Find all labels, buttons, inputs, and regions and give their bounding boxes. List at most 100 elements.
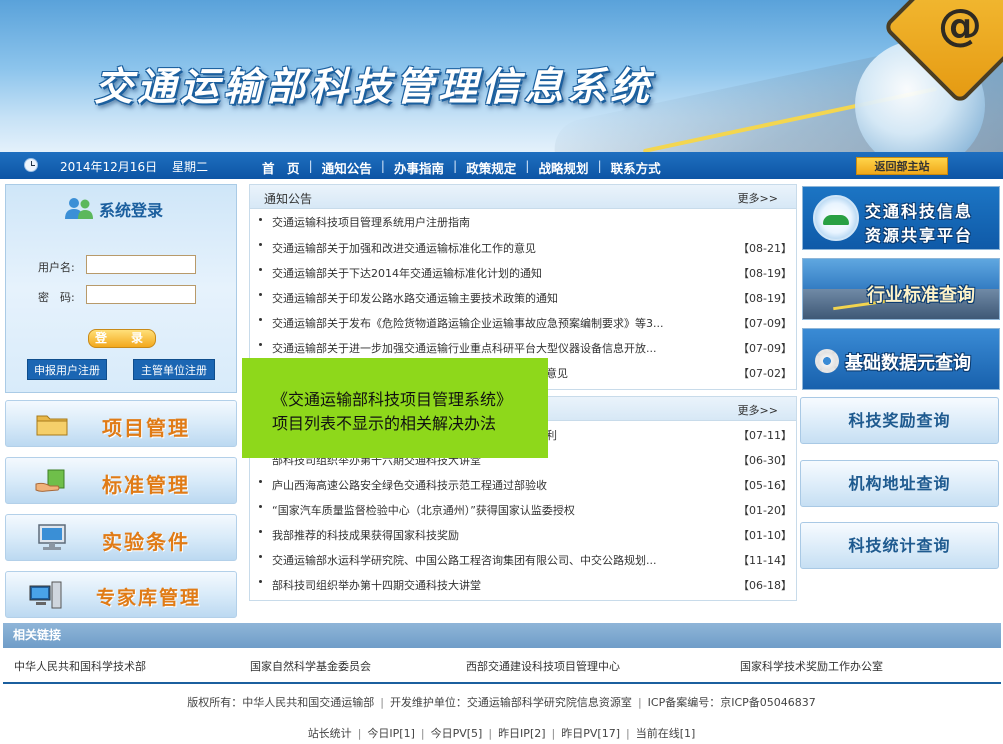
list-item-date: 【08-21】	[738, 242, 792, 255]
hand-document-icon	[35, 469, 65, 492]
link-nsfc[interactable]: 国家自然科学基金委员会	[250, 658, 371, 674]
gear-icon	[815, 349, 839, 373]
list-item[interactable]: 庐山西海高速公路安全绿色交通科技示范工程通过部验收 【05-16】	[250, 471, 796, 496]
bullet-icon	[259, 218, 262, 221]
nav-policy[interactable]: 政策规定	[466, 158, 516, 177]
username-label: 用户名:	[38, 261, 75, 274]
current-weekday: 星期二	[172, 160, 209, 174]
nav-home[interactable]: 首 页	[262, 158, 300, 177]
maintainer-text: 开发维护单位：交通运输部科学研究院信息资源室	[389, 696, 632, 709]
popup-line-2: 项目列表不显示的相关解决办法	[272, 414, 497, 433]
nav-strategy[interactable]: 战略规划	[538, 158, 588, 177]
bullet-icon	[259, 580, 262, 583]
icp-text: ICP备案编号：京ICP备05046837	[647, 696, 816, 709]
list-item-title[interactable]: “国家汽车质量监督检验中心（北京通州）”获得国家认监委授权	[272, 502, 575, 518]
list-item-date: 【01-20】	[738, 504, 792, 517]
bullet-icon	[259, 293, 262, 296]
top-nav-bar: 2014年12月16日 星期二 首 页 | 通知公告 | 办事指南 | 政策规定…	[0, 152, 1003, 179]
list-item-title[interactable]: 交通运输部关于下达2014年交通运输标准化计划的通知	[272, 265, 542, 281]
expert-database-button[interactable]: 专家库管理	[5, 571, 237, 618]
list-item-title[interactable]: 我部推荐的科技成果获得国家科技奖励	[272, 527, 459, 543]
register-user-button[interactable]: 申报用户注册	[27, 359, 107, 380]
list-item[interactable]: 交通运输部关于进一步加强交通运输行业重点科研平台大型仪器设备信息开放... 【0…	[250, 334, 796, 359]
popup-line-1: 《交通运输部科技项目管理系统》	[272, 390, 513, 409]
info-sharing-platform-banner[interactable]: 交通科技信息 资源共享平台	[802, 186, 1000, 250]
current-date: 2014年12月16日	[60, 160, 158, 174]
news-more-link[interactable]: 更多>>	[738, 402, 778, 418]
list-item-title[interactable]: 部科技司组织举办第十四期交通科技大讲堂	[272, 577, 481, 593]
username-input[interactable]	[86, 255, 196, 274]
platform-logo-icon	[813, 195, 859, 241]
login-title: 系统登录	[99, 201, 164, 220]
nav-contact[interactable]: 联系方式	[611, 158, 661, 177]
list-item[interactable]: 交通运输部水运科学研究院、中国公路工程咨询集团有限公司、中交公路规划... 【1…	[250, 546, 796, 571]
site-title: 交通运输部科技管理信息系统	[94, 65, 654, 110]
related-links-header: 相关链接	[3, 623, 1001, 648]
login-panel: 系统登录 用户名: 密 码: 登 录 申报用户注册 主管单位注册	[5, 184, 237, 393]
list-item-date: 【07-11】	[738, 429, 792, 442]
tech-statistics-query-button[interactable]: 科技统计查询	[800, 522, 999, 569]
footer-copyright: 版权所有：中华人民共和国交通运输部 | 开发维护单位：交通运输部科学研究院信息资源室…	[187, 696, 816, 709]
list-item-title[interactable]: 庐山西海高速公路安全绿色交通科技示范工程通过部验收	[272, 477, 547, 493]
nav-separator: |	[597, 158, 602, 173]
list-item[interactable]: “国家汽车质量监督检验中心（北京通州）”获得国家认监委授权 【01-20】	[250, 496, 796, 521]
today-pv: 今日PV[5]	[430, 727, 483, 740]
industry-standard-query-banner[interactable]: 行业标准查询	[802, 258, 1000, 320]
list-item[interactable]: 交通运输部关于发布《危险货物道路运输企业运输事故应急预案编制要求》等3... 【…	[250, 309, 796, 334]
list-item[interactable]: 交通运输部关于下达2014年交通运输标准化计划的通知 【08-19】	[250, 259, 796, 284]
standard-query-label: 行业标准查询	[867, 285, 975, 306]
list-item-date: 【05-16】	[738, 479, 792, 492]
list-item[interactable]: 交通运输科技项目管理系统用户注册指南	[250, 209, 796, 234]
list-item-title[interactable]: 交通运输部关于加强和改进交通运输标准化工作的意见	[272, 240, 536, 256]
return-main-site-button[interactable]: 返回部主站	[856, 157, 948, 175]
bullet-icon	[259, 530, 262, 533]
list-item-title[interactable]: 交通运输科技项目管理系统用户注册指南	[272, 214, 470, 230]
notices-header: 通知公告 更多>>	[250, 185, 796, 209]
basic-data-query-banner[interactable]: 基础数据元查询	[802, 328, 1000, 390]
list-item[interactable]: 我部推荐的科技成果获得国家科技奖励 【01-10】	[250, 521, 796, 546]
related-links-row: 中华人民共和国科学技术部 国家自然科学基金委员会 西部交通建设科技项目管理中心 …	[3, 648, 1001, 684]
project-management-button[interactable]: 项目管理	[5, 400, 237, 447]
login-button[interactable]: 登 录	[88, 329, 156, 348]
workstation-icon	[29, 581, 62, 609]
list-item-title[interactable]: 交通运输部关于进一步加强交通运输行业重点科研平台大型仪器设备信息开放...	[272, 340, 657, 356]
today-ip: 今日IP[1]	[367, 727, 415, 740]
yesterday-ip: 昨日IP[2]	[498, 727, 546, 740]
tech-award-query-button[interactable]: 科技奖励查询	[800, 397, 999, 444]
list-item[interactable]: 交通运输部关于印发公路水路交通运输主要技术政策的通知 【08-19】	[250, 284, 796, 309]
list-item-title[interactable]: 交通运输部关于印发公路水路交通运输主要技术政策的通知	[272, 290, 558, 306]
list-item-date: 【01-10】	[738, 529, 792, 542]
link-most[interactable]: 中华人民共和国科学技术部	[14, 658, 146, 674]
link-award-office[interactable]: 国家科学技术奖励工作办公室	[740, 658, 883, 674]
list-item-date: 【07-09】	[738, 317, 792, 330]
password-input[interactable]	[86, 285, 196, 304]
copyright-text: 版权所有：中华人民共和国交通运输部	[187, 696, 375, 709]
standard-management-button[interactable]: 标准管理	[5, 457, 237, 504]
link-west-transport[interactable]: 西部交通建设科技项目管理中心	[466, 658, 620, 674]
list-item[interactable]: 交通运输部关于加强和改进交通运输标准化工作的意见 【08-21】	[250, 234, 796, 259]
bullet-icon	[259, 555, 262, 558]
lab-conditions-button[interactable]: 实验条件	[5, 514, 237, 561]
list-item[interactable]: 部科技司组织举办第十四期交通科技大讲堂 【06-18】	[250, 571, 796, 596]
list-item-date: 【06-30】	[738, 454, 792, 467]
standard-management-label: 标准管理	[102, 473, 190, 497]
password-label: 密 码:	[38, 291, 75, 304]
list-item-date: 【06-18】	[738, 579, 792, 592]
list-item-title[interactable]: 交通运输部水运科学研究院、中国公路工程咨询集团有限公司、中交公路规划...	[272, 552, 657, 568]
computer-icon	[38, 524, 66, 550]
nav-guide[interactable]: 办事指南	[394, 158, 444, 177]
nav-notices[interactable]: 通知公告	[322, 158, 372, 177]
basic-data-query-label: 基础数据元查询	[845, 353, 971, 374]
footer-stats: 站长统计 | 今日IP[1] | 今日PV[5] | 昨日IP[2] | 昨日PV[17] | 当前…	[307, 727, 696, 740]
nav-separator: |	[525, 158, 530, 173]
announcement-popup[interactable]: 《交通运输部科技项目管理系统》 项目列表不显示的相关解决办法	[242, 358, 548, 458]
clock-icon	[24, 158, 38, 172]
notices-title: 通知公告	[264, 192, 313, 206]
stats-label[interactable]: 站长统计	[308, 727, 352, 740]
main-menu: 首 页 | 通知公告 | 办事指南 | 政策规定 | 战略规划 | 联系方式	[262, 158, 661, 177]
institution-address-query-button[interactable]: 机构地址查询	[800, 460, 999, 507]
list-item-title[interactable]: 交通运输部关于发布《危险货物道路运输企业运输事故应急预案编制要求》等3...	[272, 315, 664, 331]
bullet-icon	[259, 505, 262, 508]
notices-more-link[interactable]: 更多>>	[738, 190, 778, 206]
register-unit-button[interactable]: 主管单位注册	[133, 359, 215, 380]
